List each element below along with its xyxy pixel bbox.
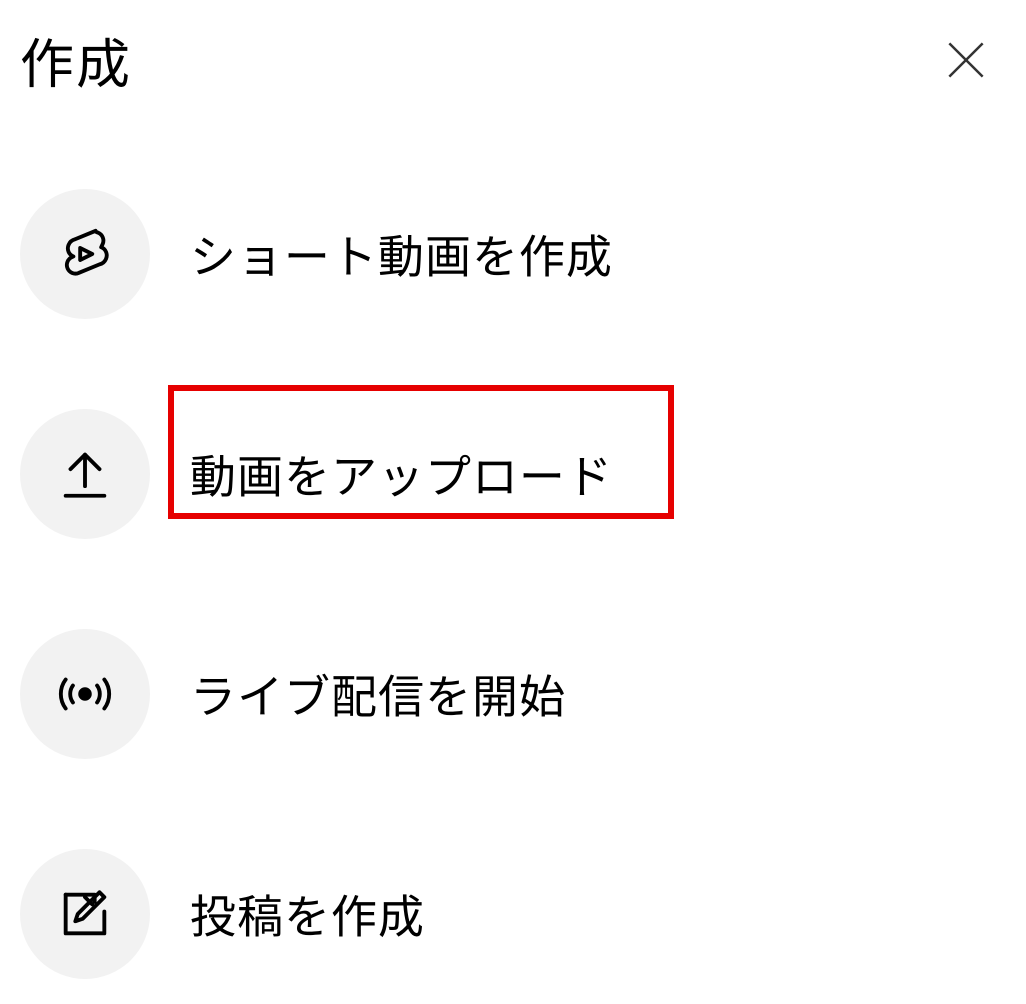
create-menu-list: ショート動画を作成 動画をアップロード ライブ配信を開始 xyxy=(0,109,1026,979)
page-title: 作成 xyxy=(20,20,132,99)
menu-label-upload: 動画をアップロード xyxy=(190,441,613,507)
menu-item-upload[interactable]: 動画をアップロード xyxy=(0,409,1026,539)
menu-label-shorts: ショート動画を作成 xyxy=(190,221,613,287)
shorts-icon-container xyxy=(20,189,150,319)
live-icon xyxy=(56,665,114,723)
header: 作成 xyxy=(0,0,1026,109)
menu-item-shorts[interactable]: ショート動画を作成 xyxy=(0,189,1026,319)
menu-item-post[interactable]: 投稿を作成 xyxy=(0,849,1026,979)
post-icon xyxy=(56,885,114,943)
menu-item-live[interactable]: ライブ配信を開始 xyxy=(0,629,1026,759)
upload-icon-container xyxy=(20,409,150,539)
upload-icon xyxy=(56,445,114,503)
post-icon-container xyxy=(20,849,150,979)
menu-label-live: ライブ配信を開始 xyxy=(190,661,566,727)
close-icon xyxy=(941,35,991,85)
close-button[interactable] xyxy=(936,30,996,90)
shorts-icon xyxy=(56,225,114,283)
menu-label-post: 投稿を作成 xyxy=(190,881,425,947)
live-icon-container xyxy=(20,629,150,759)
